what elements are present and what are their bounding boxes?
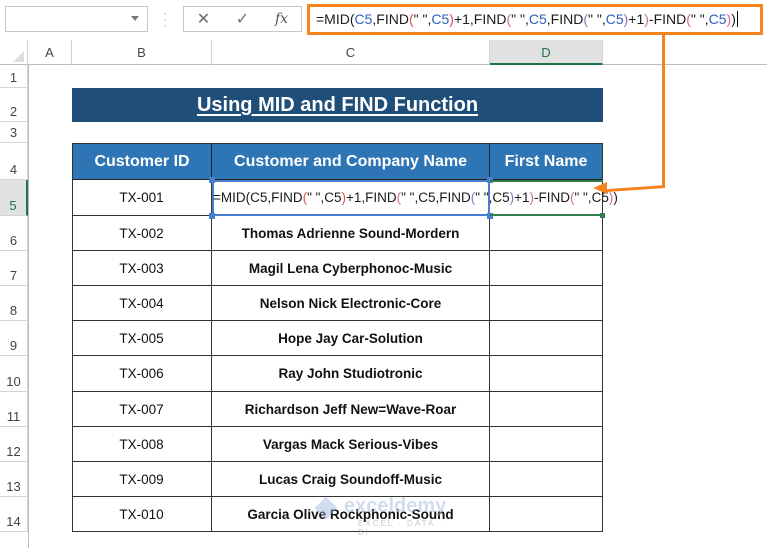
formula-token: ,FIND <box>372 11 409 27</box>
cell-first-name[interactable] <box>490 321 603 356</box>
cell-first-name[interactable] <box>490 462 603 497</box>
cell-formula-token: ) <box>613 190 618 205</box>
header-first-name[interactable]: First Name <box>489 143 603 180</box>
column-header-c[interactable]: C <box>212 40 490 65</box>
cell-customer-company-name[interactable]: Garcia Olive Rockphonic-Sound <box>212 497 490 532</box>
cell-customer-company-name[interactable]: Hope Jay Car-Solution <box>212 321 490 356</box>
cell-formula-token: ,FIND <box>267 190 303 205</box>
formula-token: ) <box>731 11 736 27</box>
cell-customer-id[interactable]: TX-002 <box>72 216 212 251</box>
cell-customer-id[interactable]: TX-001 <box>72 180 212 216</box>
cell-first-name[interactable] <box>490 497 603 532</box>
select-all-button[interactable] <box>0 40 28 65</box>
cell-customer-id[interactable]: TX-005 <box>72 321 212 356</box>
row-header-2[interactable]: 2 <box>0 88 28 122</box>
enter-icon[interactable]: ✓ <box>223 9 262 29</box>
formula-token: C5 <box>708 11 727 27</box>
sheet-title: Using MID and FIND Function <box>72 88 603 122</box>
callout-arrow-line <box>662 35 665 187</box>
column-header-b[interactable]: B <box>72 40 212 65</box>
cell-customer-company-name[interactable]: Ray John Studiotronic <box>212 356 490 392</box>
row-header-11[interactable]: 11 <box>0 392 28 427</box>
cell-customer-id[interactable]: TX-003 <box>72 251 212 286</box>
cell-customer-company-name[interactable]: Thomas Adrienne Sound-Mordern <box>212 216 490 251</box>
formula-token: " ", <box>690 11 709 27</box>
cell-formula-token: +1,FIND <box>346 190 397 205</box>
name-box[interactable] <box>5 6 148 32</box>
selection-handle[interactable] <box>209 177 215 183</box>
cell-first-name[interactable] <box>490 286 603 321</box>
insert-function-icon[interactable]: fx <box>262 11 301 27</box>
formula-token: +1 <box>628 11 645 27</box>
row-header-7[interactable]: 7 <box>0 251 28 286</box>
row-header-10[interactable]: 10 <box>0 356 28 392</box>
cell-first-name[interactable] <box>490 356 603 392</box>
row-header-14[interactable]: 14 <box>0 497 28 532</box>
cell-customer-company-name[interactable]: Vargas Mack Serious-Vibes <box>212 427 490 462</box>
cell-formula-token: ,FIND <box>435 190 471 205</box>
row-header-12[interactable]: 12 <box>0 427 28 462</box>
formula-input[interactable]: =MID(C5,FIND(" ",C5)+1,FIND(" ",C5,FIND(… <box>307 4 763 35</box>
formula-token: C5 <box>605 11 624 27</box>
row-header-8[interactable]: 8 <box>0 286 28 321</box>
fill-handle[interactable] <box>600 213 605 218</box>
cell-formula-token: C5 <box>250 190 268 205</box>
formula-token: C5 <box>528 11 547 27</box>
cell-customer-id[interactable]: TX-009 <box>72 462 212 497</box>
cell-customer-id[interactable]: TX-006 <box>72 356 212 392</box>
column-header-d[interactable]: D <box>490 40 603 65</box>
cell-customer-id[interactable]: TX-004 <box>72 286 212 321</box>
formula-token: " ", <box>587 11 606 27</box>
formula-bar-buttons: ✕ ✓ fx <box>183 6 302 32</box>
row-header-13[interactable]: 13 <box>0 462 28 497</box>
cell-customer-id[interactable]: TX-007 <box>72 392 212 427</box>
formula-token: " ", <box>413 11 432 27</box>
formula-token: " ", <box>511 11 529 27</box>
row-header-5[interactable]: 5 <box>0 180 28 216</box>
cell-first-name[interactable] <box>490 427 603 462</box>
cell-customer-company-name[interactable]: Nelson Nick Electronic-Core <box>212 286 490 321</box>
row-header-4[interactable]: 4 <box>0 143 28 180</box>
name-box-dropdown-icon[interactable] <box>131 16 139 21</box>
header-customer-company-name[interactable]: Customer and Company Name <box>211 143 490 180</box>
cell-first-name[interactable] <box>490 392 603 427</box>
row-header-3[interactable]: 3 <box>0 122 28 143</box>
select-all-icon <box>13 51 24 62</box>
cell-formula-token: =MID( <box>213 190 251 205</box>
row-header-6[interactable]: 6 <box>0 216 28 251</box>
row-header-9[interactable]: 9 <box>0 321 28 356</box>
formula-token: +1,FIND <box>453 11 507 27</box>
cell-first-name[interactable] <box>490 216 603 251</box>
formula-token: =MID( <box>316 11 355 27</box>
selection-handle[interactable] <box>209 213 215 219</box>
cell-customer-company-name[interactable]: Magil Lena Cyberphonoc-Music <box>212 251 490 286</box>
column-header-a[interactable]: A <box>28 40 72 65</box>
cell-formula-token: " ", <box>307 190 325 205</box>
formula-token: C5 <box>354 11 373 27</box>
callout-arrow-head-icon <box>593 182 607 194</box>
formula-token: C5 <box>431 11 450 27</box>
cell-formula-token: C5 <box>324 190 342 205</box>
header-customer-id[interactable]: Customer ID <box>72 143 212 180</box>
cell-customer-id[interactable]: TX-008 <box>72 427 212 462</box>
text-cursor <box>736 11 738 27</box>
cell-first-name[interactable] <box>490 251 603 286</box>
cell-formula-token: " ", <box>401 190 419 205</box>
formula-token: ,FIND <box>546 11 584 27</box>
formula-token: -FIND <box>648 11 687 27</box>
row-header-border <box>28 65 29 548</box>
sheet-title-text: Using MID and FIND Function <box>196 94 479 116</box>
cell-customer-company-name[interactable]: Lucas Craig Soundoff-Music <box>212 462 490 497</box>
row-header-1[interactable]: 1 <box>0 65 28 88</box>
cell-formula-token: C5 <box>418 190 436 205</box>
cell-d5-selected[interactable] <box>490 180 603 216</box>
cell-customer-company-name[interactable]: Richardson Jeff New=Wave-Roar <box>212 392 490 427</box>
more-options-icon[interactable]: · · · <box>163 7 167 31</box>
cell-customer-id[interactable]: TX-010 <box>72 497 212 532</box>
cancel-icon[interactable]: ✕ <box>184 9 223 29</box>
